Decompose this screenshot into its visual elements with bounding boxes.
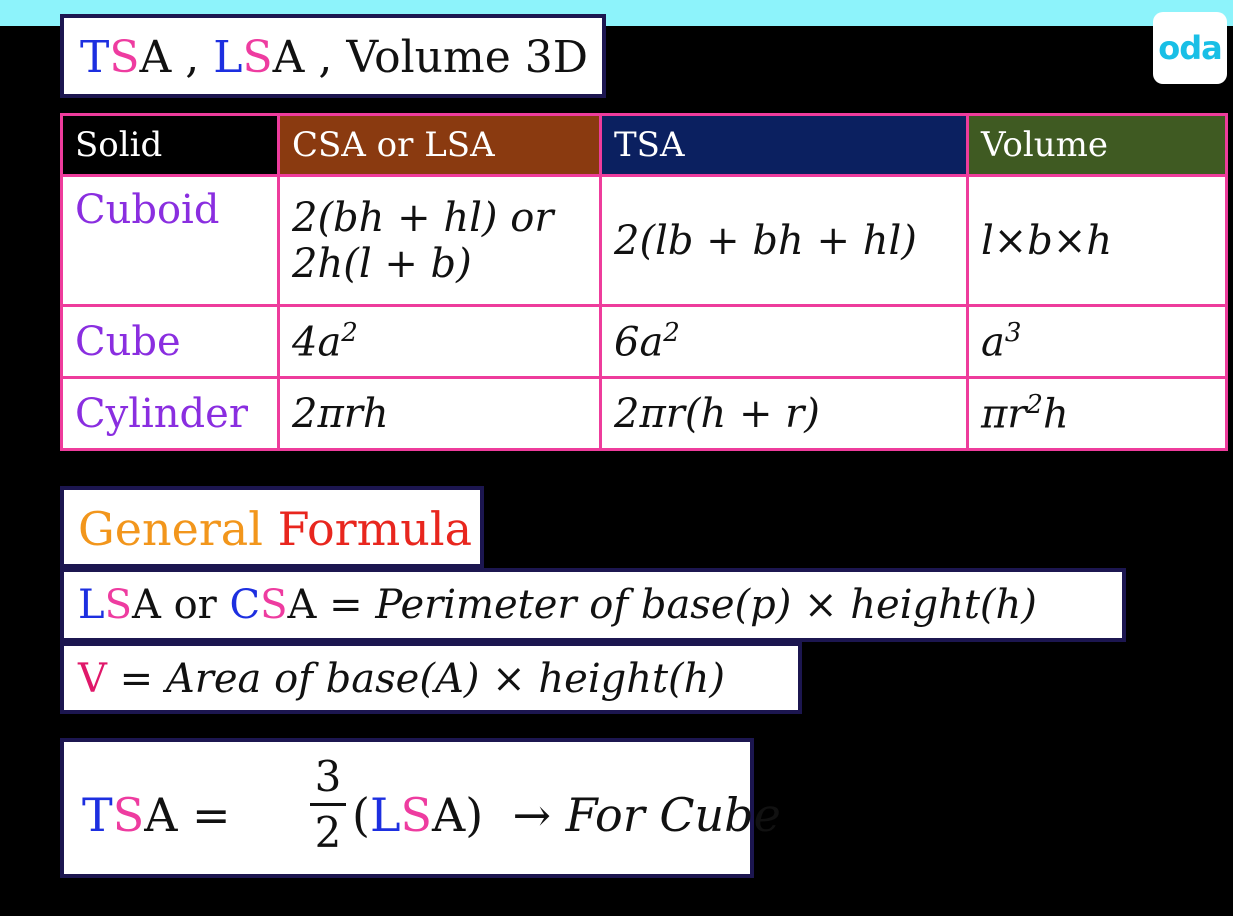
cell-volume: l×b×h [966,174,1228,307]
general-word: General [78,502,263,556]
cube-t: T [82,788,113,842]
vol-post: h [1042,391,1069,438]
lsa-formula: LSA or CSA = Perimeter of base(p) × heig… [60,568,1126,642]
cell-volume: a3 [966,304,1228,379]
header-volume: Volume [966,113,1228,177]
cell-volume: πr2h [966,376,1228,451]
cell-tsa: 6a2 [599,304,969,379]
vol-base: a [981,319,1005,366]
table-row: Cube 4a2 6a2 a3 [60,304,1228,379]
cube-a-eq: A = [144,788,231,842]
cube-lhs: TSA = [82,788,231,842]
fraction-bar [310,803,346,806]
volume-v: V [78,656,107,702]
cell-tsa: 2(lb + bh + hl) [599,174,969,307]
tsa-exponent: 2 [663,317,680,348]
formula-word: Formula [277,502,473,556]
csa-exponent: 2 [341,317,358,348]
cube-rhs: (LSA) → For Cube [352,788,781,842]
general-formula-heading: General Formula [60,486,484,568]
cell-tsa: 2πr(h + r) [599,376,969,451]
cube-formula: TSA = 3 2 (LSA) → For Cube [60,738,781,878]
lsa-a-or: A or [131,582,217,628]
title-a: A , [139,32,200,83]
cube-s: S [112,788,145,842]
lsa-rhs: = Perimeter of base(p) × height(h) [329,582,1037,628]
page-title: TSA , LSA , Volume 3D [60,14,606,98]
cube-l: L [369,788,401,842]
title-l: L [213,32,243,83]
cell-csa: 2(bh + hl) or 2h(l + b) [277,174,602,307]
lsa-s: S [104,582,132,628]
for-cube-text: For Cube [565,788,781,842]
lsa-a: A [287,582,317,628]
table-header-row: Solid CSA or LSA TSA Volume [60,113,1228,177]
csa-line1: 2(bh + hl) or [292,194,554,241]
csa-line2: 2h(l + b) [292,240,472,287]
lsa-s2: S [260,582,288,628]
cube-s2: S [400,788,433,842]
table-row: Cylinder 2πrh 2πr(h + r) πr2h [60,376,1228,451]
oda-logo: oda [1153,12,1227,84]
title-s2: S [242,32,273,83]
table-row: Cuboid 2(bh + hl) or 2h(l + b) 2(lb + bh … [60,174,1228,307]
cube-a-close: A) [432,788,484,842]
fraction: 3 2 [310,752,346,857]
csa-base: 4a [292,319,342,366]
vol-exponent: 3 [1004,317,1022,348]
volume-rhs: = Area of base(A) × height(h) [119,656,726,702]
header-csa: CSA or LSA [277,113,602,177]
title-s: S [109,32,140,83]
fraction-numerator: 3 [314,752,342,801]
cell-solid: Cylinder [60,376,280,451]
volume-formula: V = Area of base(A) × height(h) [60,642,802,714]
cell-csa: 2πrh [277,376,602,451]
title-t: T [80,32,110,83]
cell-solid: Cuboid [60,174,280,307]
vol-pre: πr [981,391,1027,438]
lsa-l: L [78,582,105,628]
cube-open: ( [352,788,370,842]
header-solid: Solid [60,113,280,177]
cell-solid: Cube [60,304,280,379]
header-tsa: TSA [599,113,969,177]
tsa-base: 6a [614,319,664,366]
vol-exponent: 2 [1026,389,1043,420]
cell-csa: 4a2 [277,304,602,379]
formula-table: Solid CSA or LSA TSA Volume Cuboid 2(bh … [60,113,1228,451]
fraction-denominator: 2 [314,808,342,857]
lsa-c: C [229,582,261,628]
arrow-icon: → [512,788,551,842]
title-rest: A , Volume 3D [272,32,589,83]
